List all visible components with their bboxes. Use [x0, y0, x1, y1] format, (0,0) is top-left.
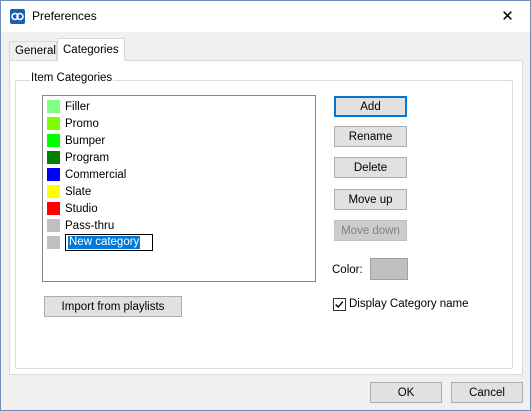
title-bar: Preferences ✕ — [1, 1, 530, 32]
list-item[interactable]: Pass-thru — [47, 217, 307, 234]
move-down-button-label: Move down — [341, 224, 400, 237]
color-swatch — [47, 219, 60, 232]
preferences-window: Preferences ✕ General Categories Item Ca… — [0, 0, 531, 411]
color-swatch — [47, 168, 60, 181]
import-from-playlists-button[interactable]: Import from playlists — [44, 296, 182, 317]
tab-general[interactable]: General — [9, 41, 57, 60]
color-picker[interactable] — [370, 258, 408, 280]
window-title: Preferences — [32, 9, 97, 23]
list-item[interactable]: Commercial — [47, 166, 307, 183]
color-swatch — [47, 100, 60, 113]
selected-text: New category — [68, 236, 141, 249]
color-label: Color: — [332, 264, 363, 276]
list-item-editing[interactable]: New category — [47, 234, 307, 251]
display-category-name-label: Display Category name — [349, 298, 469, 310]
color-swatch — [47, 151, 60, 164]
tab-categories[interactable]: Categories — [57, 38, 125, 61]
list-item-label: Commercial — [65, 168, 127, 181]
group-label: Item Categories — [30, 72, 114, 84]
move-up-button[interactable]: Move up — [334, 189, 407, 210]
move-down-button[interactable]: Move down — [334, 220, 407, 241]
move-up-button-label: Move up — [348, 193, 393, 206]
list-item[interactable]: Promo — [47, 115, 307, 132]
rename-button-label: Rename — [348, 130, 393, 143]
tab-categories-label: Categories — [63, 44, 119, 56]
list-item-label: Studio — [65, 202, 98, 215]
list-item-label: Filler — [65, 100, 90, 113]
tab-general-label: General — [15, 45, 56, 57]
list-item-label: Bumper — [65, 134, 106, 147]
color-swatch — [47, 236, 60, 249]
color-swatch — [47, 185, 60, 198]
checkmark-icon — [335, 301, 344, 309]
list-item[interactable]: Bumper — [47, 132, 307, 149]
list-item-label: Slate — [65, 185, 92, 198]
cancel-button[interactable]: Cancel — [451, 382, 523, 403]
list-item-label: Promo — [65, 117, 99, 130]
color-swatch — [47, 202, 60, 215]
ok-button-label: OK — [397, 386, 415, 399]
category-list[interactable]: Filler Promo Bumper Program Commercial S… — [42, 95, 316, 282]
list-item-label: Pass-thru — [65, 219, 115, 232]
add-button[interactable]: Add — [334, 96, 407, 117]
category-name-input[interactable]: New category — [65, 234, 153, 251]
list-item-label: Program — [65, 151, 110, 164]
list-item[interactable]: Filler — [47, 98, 307, 115]
list-item[interactable]: Slate — [47, 183, 307, 200]
color-swatch — [47, 134, 60, 147]
delete-button-label: Delete — [353, 161, 388, 174]
app-icon — [10, 9, 25, 24]
cancel-button-label: Cancel — [469, 386, 505, 399]
ok-button[interactable]: OK — [370, 382, 442, 403]
list-item[interactable]: Studio — [47, 200, 307, 217]
list-item[interactable]: Program — [47, 149, 307, 166]
import-button-label: Import from playlists — [61, 300, 165, 313]
delete-button[interactable]: Delete — [334, 157, 407, 178]
rename-button[interactable]: Rename — [334, 126, 407, 147]
color-swatch — [47, 117, 60, 130]
add-button-label: Add — [360, 100, 381, 113]
display-category-name-checkbox[interactable] — [333, 298, 346, 311]
close-button[interactable]: ✕ — [485, 1, 530, 31]
close-icon: ✕ — [501, 8, 514, 25]
